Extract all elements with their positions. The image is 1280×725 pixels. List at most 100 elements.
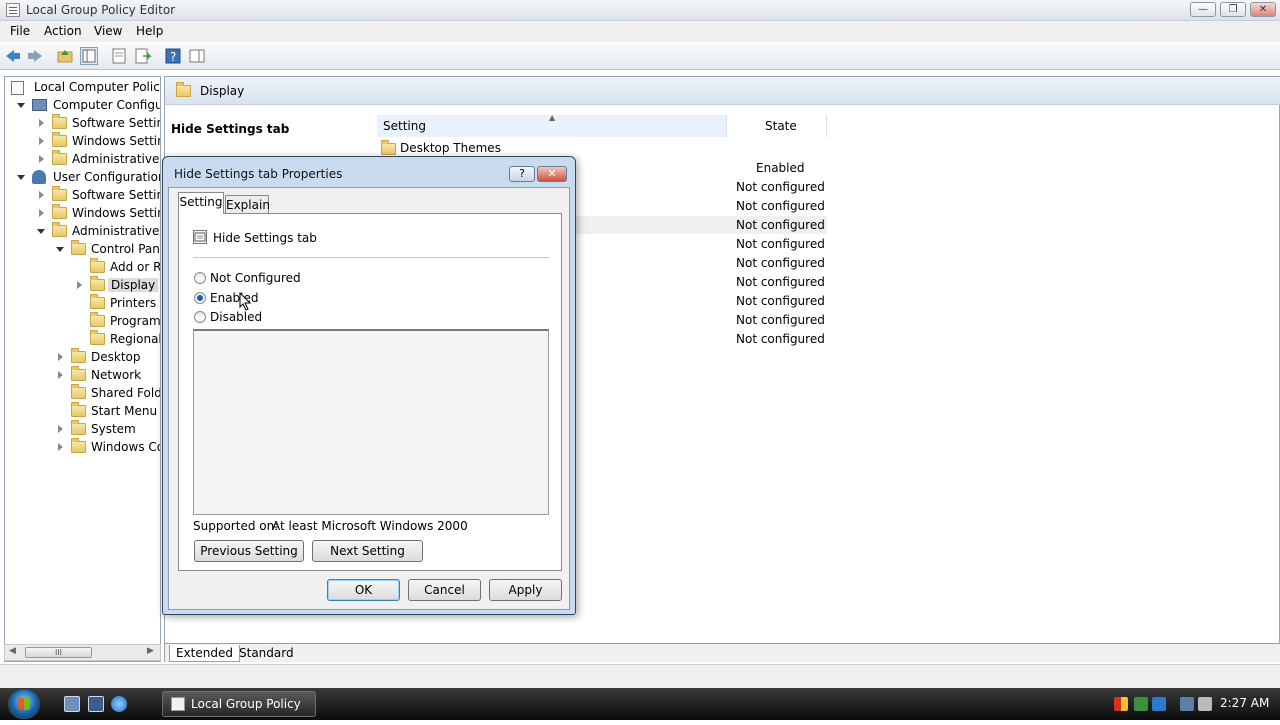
close-button[interactable]: ✕ — [1250, 2, 1276, 17]
radio-label-not-configured[interactable]: Not Configured — [210, 271, 301, 285]
scrollbar-thumb[interactable]: III — [25, 647, 92, 658]
tab-extended[interactable]: Extended — [169, 645, 240, 662]
view-tabs: Extended Standard — [165, 643, 1280, 662]
collapsed-arrow-icon[interactable] — [58, 353, 63, 361]
display-icon[interactable] — [1180, 697, 1194, 711]
dialog-close-button[interactable]: ✕ — [537, 166, 567, 182]
collapsed-arrow-icon[interactable] — [39, 209, 44, 217]
state-cell: Not configured — [736, 237, 825, 251]
ok-button[interactable]: OK — [327, 579, 400, 601]
folder-icon — [52, 204, 67, 219]
collapsed-arrow-icon[interactable] — [39, 191, 44, 199]
folder-icon — [90, 312, 105, 327]
details-header-title: Display — [200, 84, 245, 98]
expanded-arrow-icon[interactable] — [17, 175, 25, 180]
radio-enabled[interactable] — [194, 292, 206, 304]
dialog-title: Hide Settings tab Properties — [174, 167, 343, 181]
collapsed-arrow-icon[interactable] — [58, 371, 63, 379]
scroll-right-icon[interactable]: ▶ — [147, 646, 154, 656]
export-list-icon[interactable] — [134, 47, 152, 65]
collapsed-arrow-icon[interactable] — [77, 281, 82, 289]
show-hide-action-pane-icon[interactable] — [188, 47, 206, 65]
scroll-left-icon[interactable]: ◀ — [9, 646, 16, 656]
collapsed-arrow-icon[interactable] — [39, 155, 44, 163]
radio-not-configured[interactable] — [194, 272, 206, 284]
radio-disabled[interactable] — [194, 311, 206, 323]
up-folder-icon[interactable] — [56, 47, 74, 65]
window-title-bar: Local Group Policy Editor — ❐ ✕ — [0, 0, 1280, 21]
svg-text:?: ? — [170, 50, 176, 64]
folder-icon — [52, 222, 67, 237]
restore-button[interactable]: ❐ — [1220, 2, 1246, 17]
internet-explorer-icon[interactable] — [111, 696, 127, 712]
console-tree[interactable]: Local Computer Policy Computer Configura… — [4, 76, 161, 662]
tab-standard[interactable]: Standard — [233, 645, 300, 662]
network-icon[interactable] — [1134, 697, 1148, 711]
column-header: Setting ▲ State — [377, 113, 1280, 137]
tray-app-icon[interactable] — [1152, 697, 1166, 711]
forward-icon[interactable] — [26, 47, 44, 65]
start-button[interactable] — [8, 689, 40, 719]
tree-horizontal-scrollbar[interactable]: ◀ III ▶ — [4, 644, 161, 661]
security-shield-icon[interactable] — [1114, 697, 1128, 711]
apply-button[interactable]: Apply — [489, 579, 562, 601]
menu-action[interactable]: Action — [44, 24, 82, 38]
group-policy-app-icon — [171, 697, 185, 711]
folder-icon — [71, 366, 86, 381]
folder-icon — [71, 348, 86, 363]
sort-ascending-icon: ▲ — [549, 113, 556, 122]
expanded-arrow-icon[interactable] — [17, 103, 25, 108]
folder-icon — [71, 420, 86, 435]
menu-bar: File Action View Help — [0, 21, 1280, 42]
folder-icon — [90, 294, 105, 309]
state-cell: Not configured — [736, 199, 825, 213]
taskbar-item-group-policy[interactable]: Local Group Policy ... — [162, 691, 316, 725]
comment-box[interactable] — [193, 329, 549, 515]
switch-windows-icon[interactable] — [88, 696, 104, 712]
back-icon[interactable] — [4, 47, 22, 65]
folder-icon — [90, 258, 105, 273]
properties-icon[interactable] — [110, 47, 128, 65]
collapsed-arrow-icon[interactable] — [58, 425, 63, 433]
user-icon — [32, 170, 46, 184]
column-header-setting[interactable]: Setting ▲ — [377, 113, 727, 137]
help-icon[interactable]: ? — [164, 47, 182, 65]
minimize-button[interactable]: — — [1190, 2, 1216, 17]
state-cell: Not configured — [736, 218, 825, 232]
menu-view[interactable]: View — [94, 24, 122, 38]
tab-setting[interactable]: Setting — [178, 192, 224, 214]
collapsed-arrow-icon[interactable] — [39, 137, 44, 145]
state-cell: Not configured — [736, 313, 825, 327]
folder-icon — [52, 186, 67, 201]
expanded-arrow-icon[interactable] — [37, 229, 45, 234]
state-cell: Not configured — [736, 294, 825, 308]
computer-icon — [32, 99, 47, 111]
menu-help[interactable]: Help — [136, 24, 163, 38]
expanded-arrow-icon[interactable] — [56, 247, 64, 252]
tab-explain[interactable]: Explain — [225, 195, 270, 215]
state-cell: Not configured — [736, 180, 825, 194]
radio-label-disabled[interactable]: Disabled — [210, 310, 262, 324]
folder-icon — [90, 276, 105, 291]
folder-icon — [71, 438, 86, 453]
show-desktop-icon[interactable] — [64, 696, 80, 712]
show-hide-tree-icon[interactable] — [80, 47, 98, 65]
policy-setting-icon — [193, 230, 207, 244]
previous-setting-button[interactable]: Previous Setting — [194, 540, 304, 562]
state-cell: Not configured — [736, 332, 825, 346]
clock[interactable]: 2:27 AM — [1220, 696, 1269, 710]
menu-file[interactable]: File — [10, 24, 30, 38]
windows-logo-icon — [18, 698, 30, 710]
collapsed-arrow-icon[interactable] — [39, 119, 44, 127]
collapsed-arrow-icon[interactable] — [58, 443, 63, 451]
folder-icon — [71, 402, 86, 417]
volume-icon[interactable] — [1198, 697, 1212, 711]
system-tray: 2:27 AM — [1104, 691, 1280, 717]
supported-on-value: At least Microsoft Windows 2000 — [272, 519, 468, 533]
cancel-button[interactable]: Cancel — [408, 579, 481, 601]
column-header-state[interactable]: State — [727, 115, 827, 137]
folder-icon — [381, 140, 396, 155]
dialog-help-button[interactable]: ? — [509, 166, 535, 182]
extended-setting-title: Hide Settings tab — [171, 122, 290, 136]
next-setting-button[interactable]: Next Setting — [312, 540, 423, 562]
